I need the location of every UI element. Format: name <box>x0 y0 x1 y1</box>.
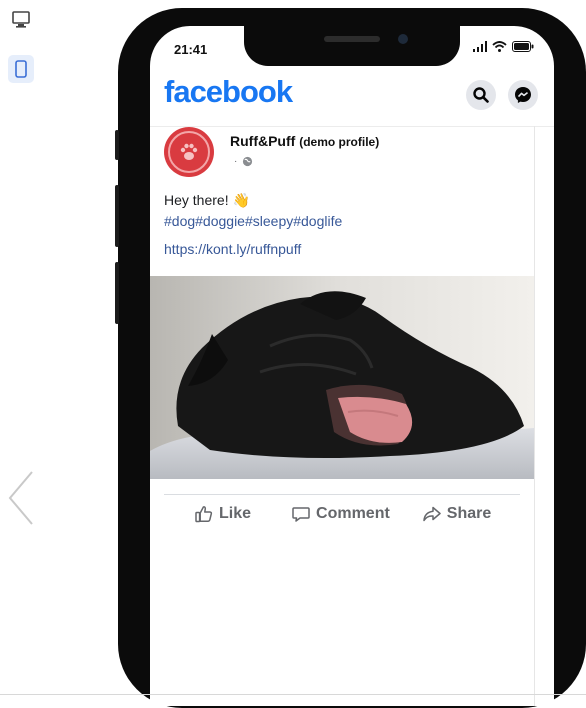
post-actions: Like Comment Share <box>194 504 491 524</box>
share-button[interactable]: Share <box>422 504 491 524</box>
meta-separator: · <box>234 156 238 167</box>
messenger-icon <box>515 87 531 103</box>
post-hashtags[interactable]: #dog#doggie#sleepy#doglife <box>164 213 342 229</box>
status-time: 21:41 <box>174 42 208 57</box>
profile-avatar[interactable] <box>164 127 214 177</box>
post-meta: · <box>234 156 253 167</box>
post-link[interactable]: https://kont.ly/ruffnpuff <box>164 241 301 257</box>
previous-button[interactable] <box>6 470 36 531</box>
status-icons <box>473 41 534 52</box>
post-text: Hey there! 👋 <box>164 192 250 208</box>
phone-side-button <box>115 130 119 160</box>
desktop-view-button[interactable] <box>10 8 32 30</box>
desktop-icon <box>12 10 30 28</box>
chevron-left-icon <box>8 471 33 525</box>
speaker-grille <box>324 36 380 42</box>
wifi-icon <box>492 41 507 52</box>
mobile-view-button[interactable] <box>8 55 34 83</box>
feed-scroll-edge <box>534 126 535 706</box>
profile-name[interactable]: Ruff&Puff <box>230 133 295 149</box>
phone-notch <box>244 26 460 66</box>
like-button[interactable]: Like <box>194 504 251 524</box>
comment-button[interactable]: Comment <box>291 504 390 524</box>
phone-side-button <box>115 262 119 324</box>
battery-icon <box>512 41 534 52</box>
dog-photo <box>150 276 534 479</box>
share-icon <box>423 506 441 522</box>
share-label: Share <box>446 505 492 522</box>
like-label: Like <box>219 505 252 522</box>
messenger-button[interactable] <box>508 80 538 110</box>
signal-icon <box>473 41 487 52</box>
phone-side-button <box>115 185 119 247</box>
profile-name-line: Ruff&Puff (demo profile) <box>230 133 379 149</box>
phone-screen: 21:41 facebook Ruff&Puff (demo profile) … <box>150 26 554 706</box>
front-camera <box>398 34 408 44</box>
comment-icon <box>292 507 310 522</box>
action-divider <box>164 494 520 495</box>
comment-label: Comment <box>316 505 390 522</box>
header-divider <box>150 126 554 127</box>
profile-note: (demo profile) <box>299 135 380 149</box>
facebook-logo: facebook <box>164 74 293 109</box>
search-icon <box>473 87 489 103</box>
globe-icon <box>243 156 253 167</box>
preview-bottom-border <box>0 694 586 695</box>
thumbs-up-icon <box>195 506 213 523</box>
post-photo[interactable] <box>150 276 534 479</box>
mobile-icon <box>15 60 27 78</box>
paw-icon <box>180 143 198 160</box>
search-button[interactable] <box>466 80 496 110</box>
